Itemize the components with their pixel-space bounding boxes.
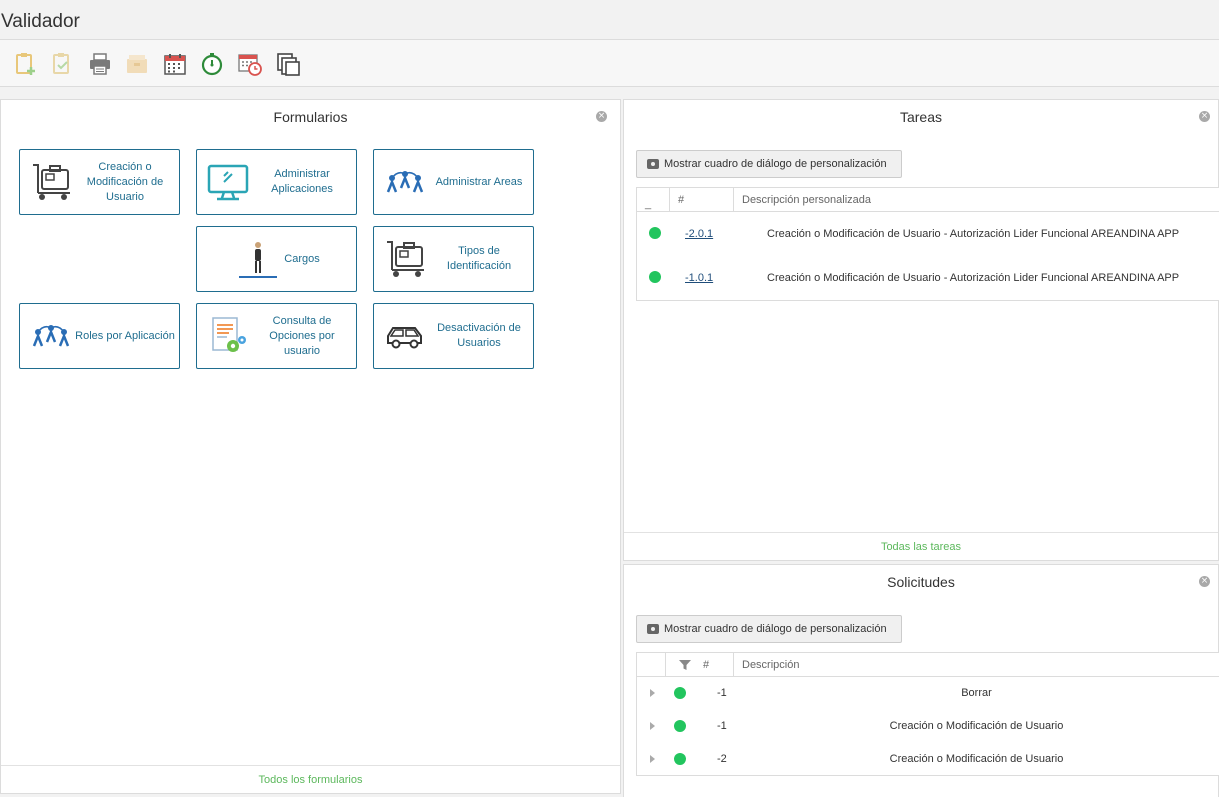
clipboard-add-icon	[16, 53, 35, 75]
dialog-button-label: Mostrar cuadro de diálogo de personaliza…	[664, 158, 887, 170]
tile-label: Desactivación de Usuarios	[437, 322, 521, 349]
clipboard-check-button[interactable]	[48, 50, 76, 78]
people-network-icon	[386, 171, 424, 193]
solicitudes-title: Solicitudes	[887, 574, 955, 590]
todos-los-formularios-link[interactable]: Todos los formularios	[1, 765, 620, 793]
task-description: Creación o Modificación de Usuario - Aut…	[767, 228, 1180, 240]
task-description: Creación o Modificación de Usuario - Aut…	[767, 272, 1180, 284]
tareas-title: Tareas	[899, 109, 943, 125]
archive-button[interactable]	[123, 50, 151, 78]
tile-label: Cargos	[284, 252, 320, 265]
timer-button[interactable]	[198, 50, 226, 78]
formularios-panel: Formularios × Creación o Modificación de…	[0, 99, 621, 794]
tile-label: Administrar Aplicaciones	[271, 168, 333, 195]
comment-icon	[647, 624, 659, 634]
table-row[interactable]: -1.0.1 Creación o Modificación de Usuari…	[637, 256, 1219, 300]
dialog-button-label: Mostrar cuadro de diálogo de personaliza…	[664, 623, 887, 635]
filter-icon	[679, 660, 691, 670]
request-number: -1	[717, 720, 727, 732]
request-description: Creación o Modificación de Usuario	[889, 720, 1064, 732]
tile-creacion-modificacion-usuario[interactable]: Creación o Modificación de Usuario	[19, 149, 180, 215]
solicitudes-panel: Solicitudes × Mostrar cuadro de diálogo …	[623, 564, 1219, 797]
table-row[interactable]: -1 Creación o Modificación de Usuario	[637, 710, 1219, 743]
request-number: -2	[717, 753, 727, 765]
status-indicator	[674, 753, 686, 765]
tile-administrar-areas[interactable]: Administrar Areas	[373, 149, 534, 215]
column-header-description[interactable]: Descripción	[733, 653, 1219, 677]
tareas-panel: Tareas × Mostrar cuadro de diálogo de pe…	[623, 99, 1219, 561]
solicitudes-customize-dialog-button[interactable]: Mostrar cuadro de diálogo de personaliza…	[636, 615, 902, 643]
copy-icon	[277, 53, 300, 76]
table-row[interactable]: -2 Creación o Modificación de Usuario	[637, 743, 1219, 776]
print-button[interactable]	[86, 50, 114, 78]
clipboard-check-icon	[53, 53, 69, 74]
tile-label: Administrar Areas	[435, 175, 523, 188]
tile-administrar-aplicaciones[interactable]: Administrar Aplicaciones	[196, 149, 357, 215]
request-description: Borrar	[961, 687, 992, 699]
monitor-icon	[207, 164, 249, 201]
tile-cargos[interactable]: Cargos	[196, 226, 357, 292]
tareas-close-icon[interactable]: ×	[1199, 111, 1210, 122]
tareas-grid-header: _ # Descripción personalizada	[637, 188, 1219, 212]
tareas-grid: _ # Descripción personalizada -2.0.1 Cre…	[636, 187, 1219, 301]
comment-icon	[647, 159, 659, 169]
calendar-clock-icon	[238, 54, 262, 76]
calendar-icon	[164, 54, 186, 75]
expand-row-icon[interactable]	[650, 689, 655, 697]
formularios-close-icon[interactable]: ×	[596, 111, 607, 122]
printer-icon	[90, 53, 110, 75]
calendar-button[interactable]	[161, 50, 189, 78]
tile-label: Roles por Aplicación	[75, 329, 175, 342]
task-number-link[interactable]: -1.0.1	[685, 272, 713, 284]
solicitudes-grid: # Descripción -1 Borrar -1 Creación o Mo…	[636, 652, 1219, 776]
tile-label: Consulta de Opciones por usuario	[269, 314, 335, 357]
document-gears-icon	[212, 317, 246, 352]
people-network-icon	[32, 325, 70, 347]
tile-tipos-identificacion[interactable]: Tipos de Identificación	[373, 226, 534, 292]
car-icon	[387, 327, 422, 349]
task-number-link[interactable]: -2.0.1	[685, 228, 713, 240]
tile-desactivacion-usuarios[interactable]: Desactivación de Usuarios	[373, 303, 534, 369]
expand-row-icon[interactable]	[650, 755, 655, 763]
todas-las-tareas-link[interactable]: Todas las tareas	[624, 532, 1218, 560]
timer-icon	[201, 53, 223, 76]
tile-label: Tipos de Identificación	[446, 245, 512, 272]
tile-consulta-opciones-usuario[interactable]: Consulta de Opciones por usuario	[196, 303, 357, 369]
tile-roles-por-aplicacion[interactable]: Roles por Aplicación	[19, 303, 180, 369]
clipboard-add-button[interactable]	[12, 50, 40, 78]
column-header-number[interactable]: #	[695, 653, 733, 677]
copy-button[interactable]	[274, 50, 302, 78]
archive-icon	[127, 55, 147, 73]
request-description: Creación o Modificación de Usuario	[889, 753, 1064, 765]
status-indicator	[674, 687, 686, 699]
app-title: Validador	[1, 11, 80, 32]
solicitudes-grid-header: # Descripción	[637, 653, 1219, 677]
status-indicator	[674, 720, 686, 732]
column-header-number[interactable]: #	[669, 188, 733, 212]
luggage-cart-icon	[33, 164, 70, 200]
solicitudes-close-icon[interactable]: ×	[1199, 576, 1210, 587]
column-header-filter[interactable]	[665, 653, 695, 677]
column-header-description[interactable]: Descripción personalizada	[733, 188, 1219, 212]
calendar-clock-button[interactable]	[236, 50, 264, 78]
table-row[interactable]: -2.0.1 Creación o Modificación de Usuari…	[637, 212, 1219, 256]
table-row[interactable]: -1 Borrar	[637, 677, 1219, 710]
tile-label: Creación o Modificación de Usuario	[86, 160, 164, 203]
luggage-cart-icon	[387, 241, 424, 277]
request-number: -1	[717, 687, 727, 699]
toolbar	[0, 39, 1219, 87]
expand-row-icon[interactable]	[650, 722, 655, 730]
status-indicator	[649, 227, 661, 239]
status-indicator	[649, 271, 661, 283]
tareas-customize-dialog-button[interactable]: Mostrar cuadro de diálogo de personaliza…	[636, 150, 902, 178]
formularios-title: Formularios	[273, 109, 348, 125]
